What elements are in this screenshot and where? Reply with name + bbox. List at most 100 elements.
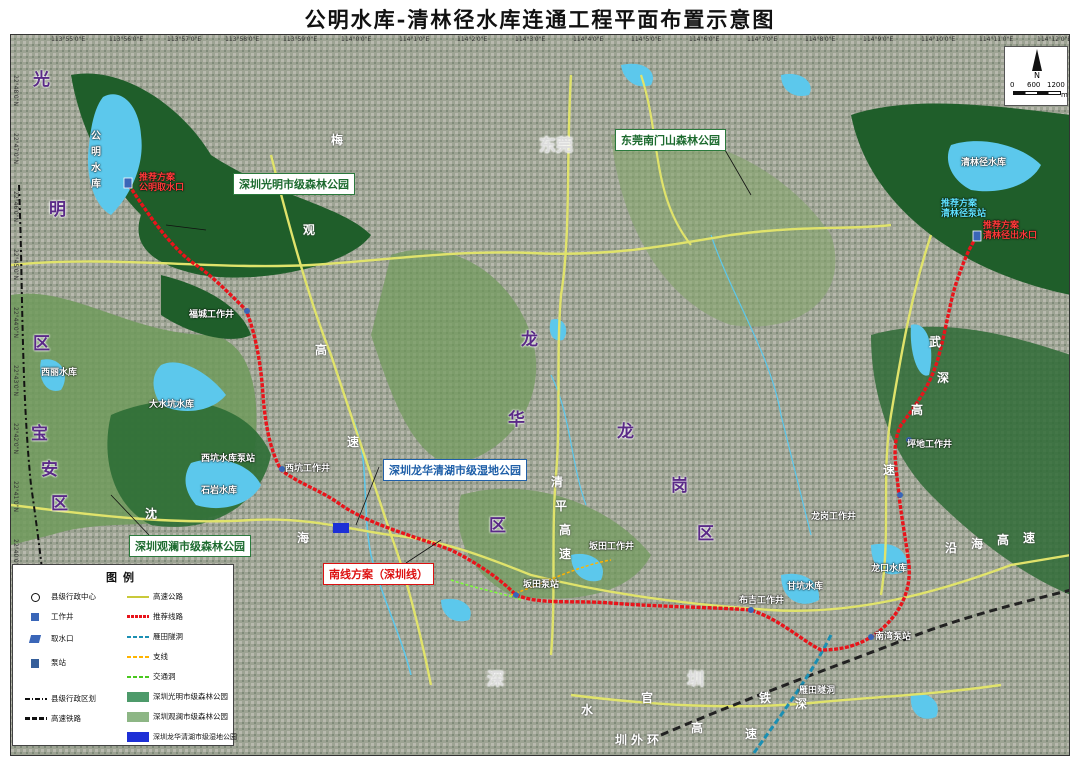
expressway-icon [127, 593, 149, 601]
road-label: 速 [559, 547, 572, 561]
road-label: 铁 [759, 691, 772, 705]
legend-item: 推荐线路 [127, 611, 227, 623]
label-qinglinjing-station: 推荐方案 清林径泵站 [941, 199, 987, 219]
latitude-tick: 22°41'0"N [12, 481, 19, 512]
intake-icon [25, 635, 47, 643]
road-label: 高 [315, 343, 328, 357]
yantian-tunnel-icon [127, 633, 149, 641]
recommended-route-icon [127, 613, 149, 621]
district-guangming-2: 明 [49, 200, 66, 220]
legend-item: 县级行政中心 [25, 591, 125, 603]
label-tianma-reservoir: 甘坑水库 [787, 582, 824, 592]
road-label: 深 [937, 371, 950, 385]
district-shenzhen-1: 深 [487, 670, 504, 690]
label-shiyan-reservoir: 石岩水库 [201, 486, 238, 496]
longitude-tick: 114°1'0"E [399, 36, 430, 43]
page: 公明水库-清林径水库连通工程平面布置示意图 113°55'0"E 113°56'… [0, 0, 1080, 764]
legend-title: 图例 [106, 571, 140, 584]
longitude-tick: 114°8'0"E [805, 36, 836, 43]
road-label: 清 [551, 475, 564, 489]
road-label: 速 [745, 727, 758, 741]
road-label: 海 [971, 537, 984, 551]
callout-guangming-forest: 深圳光明市级森林公园 [233, 173, 355, 195]
callout-longhua-wetland: 深圳龙华清湖市级湿地公园 [383, 459, 527, 481]
label-fuyong-well: 福城工作井 [189, 310, 235, 320]
guanlan-forest-swatch [127, 712, 149, 722]
road-label: 沿 [945, 541, 958, 555]
label-xikeng-station: 西坑水库泵站 [201, 454, 256, 464]
longitude-tick: 114°2'0"E [457, 36, 488, 43]
road-label: 高 [997, 533, 1010, 547]
longitude-tick: 113°59'0"E [283, 36, 318, 43]
road-label: 圳 [615, 733, 628, 747]
road-label: 水 [581, 703, 594, 717]
road-label: 沈 [145, 507, 158, 521]
road-label: 梅 [331, 133, 344, 147]
label-nanwan-station: 南湾泵站 [875, 632, 912, 642]
label-bantian-well: 坂田工作井 [589, 542, 635, 552]
longitude-tick: 114°9'0"E [863, 36, 894, 43]
legend-item: 雁田隧洞 [127, 631, 227, 643]
longitude-tick: 114°5'0"E [631, 36, 662, 43]
legend: 图例 县级行政中心 高速公路 工作井 推荐线路 取水口 雁田隧洞 泵站 支线 交… [12, 564, 237, 746]
road-label: 速 [1023, 531, 1036, 545]
legend-item: 县级行政区划 [25, 693, 125, 705]
callout-guanlan-forest: 深圳观澜市级森林公园 [129, 535, 251, 557]
map-title: 公明水库-清林径水库连通工程平面布置示意图 [304, 7, 776, 32]
north-label: N [1034, 71, 1040, 80]
road-label: 官 [641, 691, 654, 705]
callout-dongguan-forest: 东莞南门山森林公园 [615, 129, 726, 151]
county-boundary-icon [25, 695, 47, 703]
legend-item: 深圳龙华清湖市级湿地公园 [127, 731, 237, 743]
road-label: 深 [795, 697, 808, 711]
road-label: 平 [555, 499, 568, 513]
latitude-tick: 22°47'0"N [12, 133, 19, 164]
longitude-tick: 114°12'0"E [1037, 36, 1070, 43]
road-label: 海 [297, 531, 310, 545]
label-yantian-tunnel: 雁田隧洞 [799, 686, 836, 696]
scale-end: 1200 [1047, 81, 1065, 89]
latitude-tick: 22°42'0"N [12, 423, 19, 454]
legend-item: 支线 [127, 651, 227, 663]
well-marker [868, 634, 874, 640]
callout-south-line: 南线方案（深圳线） [323, 563, 434, 585]
road-label: 速 [883, 463, 896, 477]
longitude-tick: 114°0'0"E [341, 36, 372, 43]
legend-item: 高速公路 [127, 591, 227, 603]
district-longgang-1: 龙 [617, 422, 634, 442]
road-label: 环 [647, 733, 660, 747]
label-xili-reservoir: 西丽水库 [41, 368, 78, 378]
latitude-tick: 22°45'0"N [12, 249, 19, 280]
longitude-tick: 113°57'0"E [167, 36, 202, 43]
well-marker [244, 308, 250, 314]
label-xikeng-well: 西坑工作井 [285, 464, 331, 474]
longitude-tick: 113°56'0"E [109, 36, 144, 43]
road-label: 高 [559, 523, 572, 537]
well-marker [748, 607, 754, 613]
district-longhua-3: 区 [489, 516, 506, 536]
admin-center-icon [25, 593, 47, 602]
legend-item: 工作井 [25, 611, 125, 623]
legend-item: 深圳观澜市级森林公园 [127, 711, 233, 723]
longitude-tick: 114°6'0"E [689, 36, 720, 43]
north-arrow-icon [1032, 49, 1042, 71]
latitude-tick: 22°43'0"N [12, 365, 19, 396]
intake-marker [123, 177, 133, 189]
work-well-icon [25, 613, 47, 621]
district-longgang-2: 岗 [671, 476, 688, 496]
longitude-tick: 113°58'0"E [225, 36, 260, 43]
road-label: 外 [631, 733, 644, 747]
scale-mid: 600 [1027, 81, 1041, 89]
access-tunnel-icon [127, 673, 149, 681]
road-label: 速 [347, 435, 360, 449]
legend-item: 高速铁路 [25, 713, 125, 725]
district-longgang-3: 区 [697, 524, 714, 544]
road-label: 武 [929, 335, 942, 349]
longitude-tick: 114°7'0"E [747, 36, 778, 43]
district-guangming-1: 光 [33, 70, 50, 90]
road-label: 高 [691, 721, 704, 735]
district-baoan-1: 宝 [31, 424, 48, 444]
label-bantian-station: 坂田泵站 [523, 580, 560, 590]
legend-item: 泵站 [25, 657, 125, 669]
scale-zero: 0 [1010, 81, 1015, 89]
